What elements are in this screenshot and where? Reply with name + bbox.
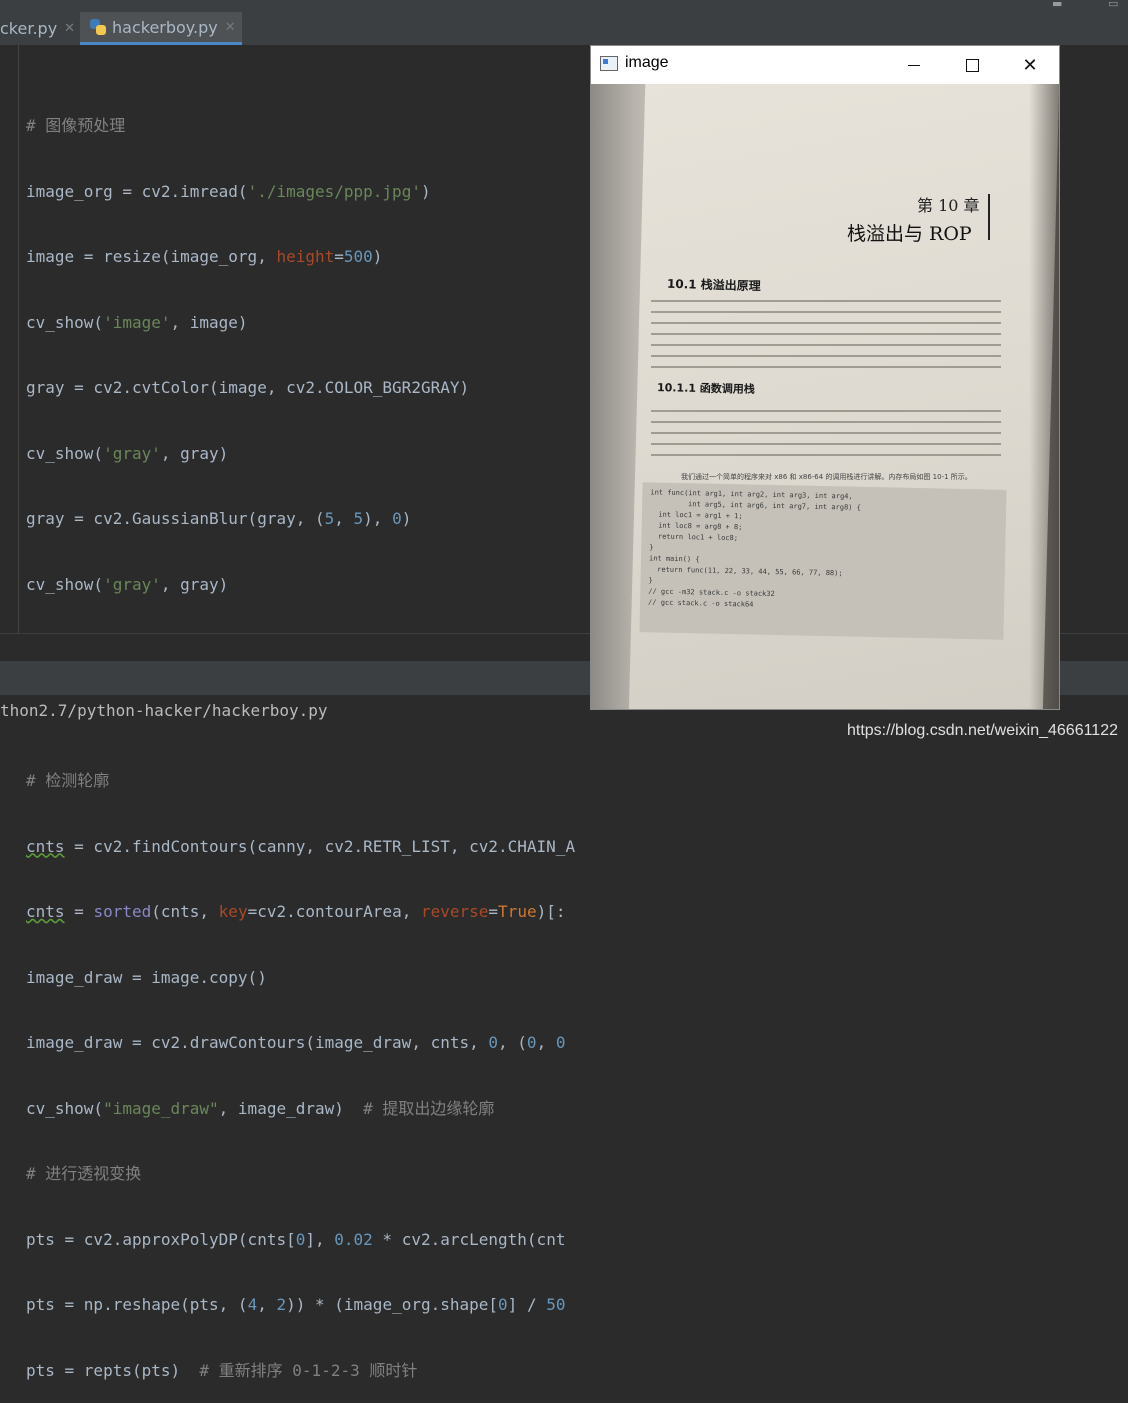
- code-line: cnts = sorted(cnts, key=cv2.contourArea,…: [26, 902, 566, 921]
- code-line: image = resize(image_org, height=500): [26, 247, 383, 266]
- chapter-title: 栈溢出与 ROP: [847, 223, 972, 245]
- toolbar-icon[interactable]: ▭: [1108, 0, 1118, 10]
- code-line: cv_show("image_draw", image_draw) # 提取出边…: [26, 1098, 495, 1118]
- body-text-block: [651, 300, 1001, 377]
- book-photo: 第 10 章 栈溢出与 ROP 10.1 栈溢出原理 10.1.1 函数调用栈 …: [591, 84, 1059, 709]
- window-title: image: [625, 54, 669, 71]
- toolbar-icon[interactable]: ▬: [1052, 0, 1062, 10]
- chapter-number: 第 10 章: [917, 196, 980, 215]
- section-heading: 10.1 栈溢出原理: [666, 276, 761, 294]
- gutter-divider: [18, 45, 19, 633]
- tab-label: hackerboy.py: [112, 17, 218, 37]
- tab-hackerboy-py[interactable]: hackerboy.py ✕: [80, 12, 242, 45]
- close-icon: ✕: [1022, 54, 1038, 76]
- code-line: pts = repts(pts) # 重新排序 0-1-2-3 顺时针: [26, 1360, 418, 1380]
- code-line: cv_show('gray', gray): [26, 574, 229, 594]
- tab-cker-py[interactable]: cker.py ✕: [0, 12, 78, 45]
- code-line: image_org = cv2.imread('./images/ppp.jpg…: [26, 181, 431, 201]
- maximize-icon: [965, 58, 979, 72]
- code-line: pts = cv2.approxPolyDP(cnts[0], 0.02 * c…: [26, 1229, 566, 1249]
- maximize-button[interactable]: [943, 46, 1001, 84]
- close-icon[interactable]: ✕: [225, 20, 236, 35]
- image-window[interactable]: image ✕ 第 10 章 栈溢出与 ROP 10.1 栈溢出原理 10.1.…: [590, 45, 1060, 710]
- subsection-heading: 10.1.1 函数调用栈: [656, 381, 755, 396]
- code-line: # 进行透视变换: [26, 1164, 142, 1183]
- code-line: image_draw = image.copy(): [26, 967, 267, 987]
- code-listing: int func(int arg1, int arg2, int arg3, i…: [639, 482, 1007, 640]
- code-line: gray = cv2.GaussianBlur(gray, (5, 5), 0): [26, 509, 412, 528]
- code-line: cv_show('gray', gray): [26, 443, 229, 463]
- code-line: image_draw = cv2.drawContours(image_draw…: [26, 1033, 566, 1052]
- close-button[interactable]: ✕: [1001, 46, 1059, 84]
- console-path: thon2.7/python-hacker/hackerboy.py: [0, 701, 328, 720]
- code-line: # 检测轮廓: [26, 771, 110, 790]
- code-line: gray = cv2.cvtColor(image, cv2.COLOR_BGR…: [26, 378, 470, 397]
- python-file-icon: [90, 19, 106, 35]
- watermark: https://blog.csdn.net/weixin_46661122: [846, 722, 1118, 739]
- window-app-icon: [600, 56, 618, 71]
- code-line: cv_show('image', image): [26, 312, 248, 332]
- code-line: # 图像预处理: [26, 116, 126, 135]
- lead-sentence: 我们通过一个简单的程序来对 x86 和 x86-64 的调用栈进行讲解。内存布局…: [681, 473, 972, 481]
- window-titlebar[interactable]: image ✕: [591, 46, 1059, 84]
- chapter-rule: [988, 194, 990, 240]
- tab-label: cker.py: [0, 19, 58, 38]
- code-line: pts = np.reshape(pts, (4, 2)) * (image_o…: [26, 1295, 566, 1314]
- editor-tab-bar: cker.py ✕ hackerboy.py ✕: [0, 12, 1128, 46]
- minimize-icon: [908, 64, 920, 66]
- code-line: cnts = cv2.findContours(canny, cv2.RETR_…: [26, 836, 576, 856]
- page-shadow: [1029, 84, 1059, 709]
- body-text-block: [651, 410, 1001, 465]
- close-icon[interactable]: ✕: [64, 21, 75, 36]
- minimize-button[interactable]: [885, 46, 943, 84]
